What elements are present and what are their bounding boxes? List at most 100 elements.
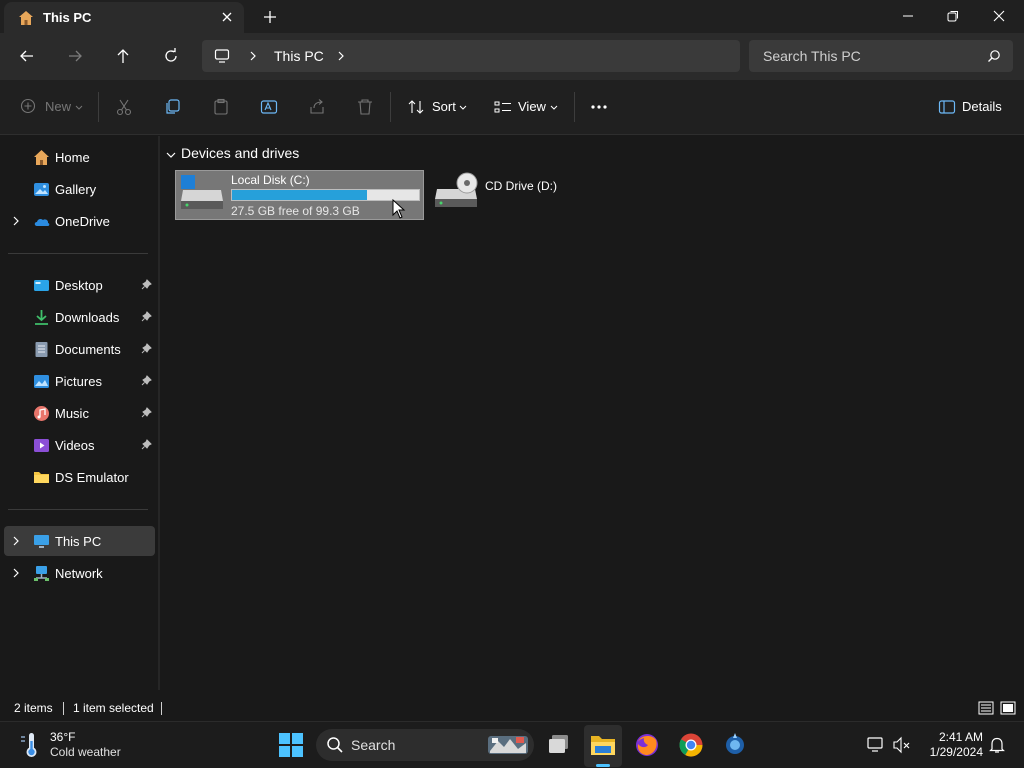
sidebar-item-pictures[interactable]: Pictures	[4, 366, 155, 396]
sidebar-divider	[8, 253, 148, 254]
copy-button[interactable]	[164, 95, 184, 119]
sidebar-item-label: Desktop	[55, 278, 103, 293]
rename-button[interactable]	[260, 95, 280, 119]
details-button[interactable]: Details	[938, 95, 1004, 119]
sidebar-item-label: OneDrive	[55, 214, 110, 229]
onedrive-icon	[34, 218, 50, 226]
pin-icon[interactable]	[141, 439, 152, 450]
sidebar-item-gallery[interactable]: Gallery	[4, 174, 155, 204]
chevron-right-icon[interactable]	[248, 50, 258, 62]
close-tab-icon[interactable]	[218, 8, 236, 26]
chrome-icon[interactable]	[676, 730, 706, 760]
sidebar-item-label: Network	[55, 566, 103, 581]
cut-button[interactable]	[115, 95, 135, 119]
sidebar-item-onedrive[interactable]: OneDrive	[4, 206, 155, 236]
chevron-right-icon[interactable]	[11, 568, 21, 578]
restore-button[interactable]	[930, 0, 976, 32]
search-icon[interactable]	[987, 49, 1001, 63]
chevron-right-icon[interactable]	[11, 536, 21, 546]
chevron-right-icon[interactable]	[11, 216, 21, 226]
taskbar-search[interactable]: Search	[316, 729, 534, 761]
chevron-down-icon[interactable]	[165, 149, 177, 161]
refresh-button[interactable]	[158, 43, 184, 69]
chevron-down-icon	[459, 105, 467, 110]
share-button[interactable]	[308, 95, 328, 119]
sort-icon	[408, 100, 424, 114]
documents-icon	[35, 342, 48, 357]
sidebar-item-label: Music	[55, 406, 89, 421]
sidebar-item-music[interactable]: Music	[4, 398, 155, 428]
pin-icon[interactable]	[141, 343, 152, 354]
clipboard-icon	[214, 98, 228, 115]
close-window-button[interactable]	[976, 0, 1022, 32]
share-icon	[310, 99, 324, 114]
sidebar-item-network[interactable]: Network	[4, 558, 155, 588]
status-separator	[161, 702, 162, 715]
new-label: New	[45, 99, 72, 114]
separator	[574, 92, 575, 122]
up-button[interactable]	[110, 43, 136, 69]
search-highlight-icon	[488, 736, 528, 754]
details-label: Details	[962, 99, 1002, 114]
section-title: Devices and drives	[181, 145, 300, 161]
home-icon	[34, 150, 49, 165]
task-view-icon[interactable]	[544, 730, 574, 760]
desktop-icon	[34, 280, 49, 291]
chevron-right-icon[interactable]	[336, 50, 346, 62]
volume-muted-icon[interactable]	[892, 735, 912, 755]
back-button[interactable]	[14, 43, 40, 69]
drive-cd-d[interactable]: CD Drive (D:)	[433, 170, 563, 220]
network-status-icon[interactable]	[866, 735, 886, 755]
drive-name: Local Disk (C:)	[231, 173, 310, 187]
delete-button[interactable]	[356, 95, 376, 119]
sidebar-item-home[interactable]: Home	[4, 142, 155, 172]
address-bar[interactable]: This PC	[202, 40, 740, 72]
mouse-cursor-icon	[392, 199, 406, 219]
sidebar-item-documents[interactable]: Documents	[4, 334, 155, 364]
forward-button[interactable]	[62, 43, 88, 69]
app-icon[interactable]	[720, 730, 750, 760]
navigation-pane: Home Gallery OneDrive Desktop Downloads …	[0, 136, 158, 690]
sidebar-item-ds-emulator[interactable]: DS Emulator	[4, 462, 155, 492]
notification-bell-icon[interactable]	[988, 736, 1006, 754]
start-icon[interactable]	[276, 730, 306, 760]
breadcrumb-this-pc[interactable]: This PC	[274, 48, 324, 64]
sidebar-item-desktop[interactable]: Desktop	[4, 270, 155, 300]
sort-button[interactable]: Sort	[407, 95, 469, 119]
videos-icon	[34, 439, 49, 452]
weather-widget[interactable]: 36°F Cold weather	[16, 722, 136, 768]
arrow-up-icon	[117, 49, 129, 63]
view-button[interactable]: View	[494, 95, 560, 119]
details-view-icon[interactable]	[978, 700, 994, 716]
search-box[interactable]	[749, 40, 1013, 72]
clock[interactable]: 2:41 AM 1/29/2024	[921, 730, 983, 760]
restore-icon	[947, 11, 958, 22]
item-count: 2 items	[14, 701, 53, 715]
new-tab-icon[interactable]	[260, 7, 280, 27]
minimize-icon	[903, 15, 913, 17]
drive-local-disk-c[interactable]: Local Disk (C:) 27.5 GB free of 99.3 GB	[175, 170, 424, 220]
taskbar-file-explorer[interactable]	[584, 725, 622, 767]
tiles-view-icon[interactable]	[1000, 700, 1016, 716]
pin-icon[interactable]	[141, 311, 152, 322]
new-button[interactable]: New	[20, 95, 86, 119]
sidebar-item-downloads[interactable]: Downloads	[4, 302, 155, 332]
home-icon	[19, 11, 33, 25]
more-options-button[interactable]	[590, 95, 610, 119]
pane-splitter[interactable]	[158, 136, 160, 690]
taskbar: 36°F Cold weather Search 2:41 AM 1/29/20…	[0, 721, 1024, 768]
firefox-icon[interactable]	[632, 730, 662, 760]
active-indicator	[596, 764, 610, 767]
usage-bar-fill	[232, 190, 368, 200]
minimize-button[interactable]	[885, 0, 931, 32]
paste-button[interactable]	[212, 95, 232, 119]
title-bar: This PC	[0, 0, 1024, 33]
tab-this-pc[interactable]: This PC	[4, 2, 244, 33]
search-input[interactable]	[749, 40, 979, 72]
pin-icon[interactable]	[141, 375, 152, 386]
pin-icon[interactable]	[141, 407, 152, 418]
pin-icon[interactable]	[141, 279, 152, 290]
arrow-left-icon	[20, 50, 33, 62]
sidebar-item-this-pc[interactable]: This PC	[4, 526, 155, 556]
sidebar-item-videos[interactable]: Videos	[4, 430, 155, 460]
